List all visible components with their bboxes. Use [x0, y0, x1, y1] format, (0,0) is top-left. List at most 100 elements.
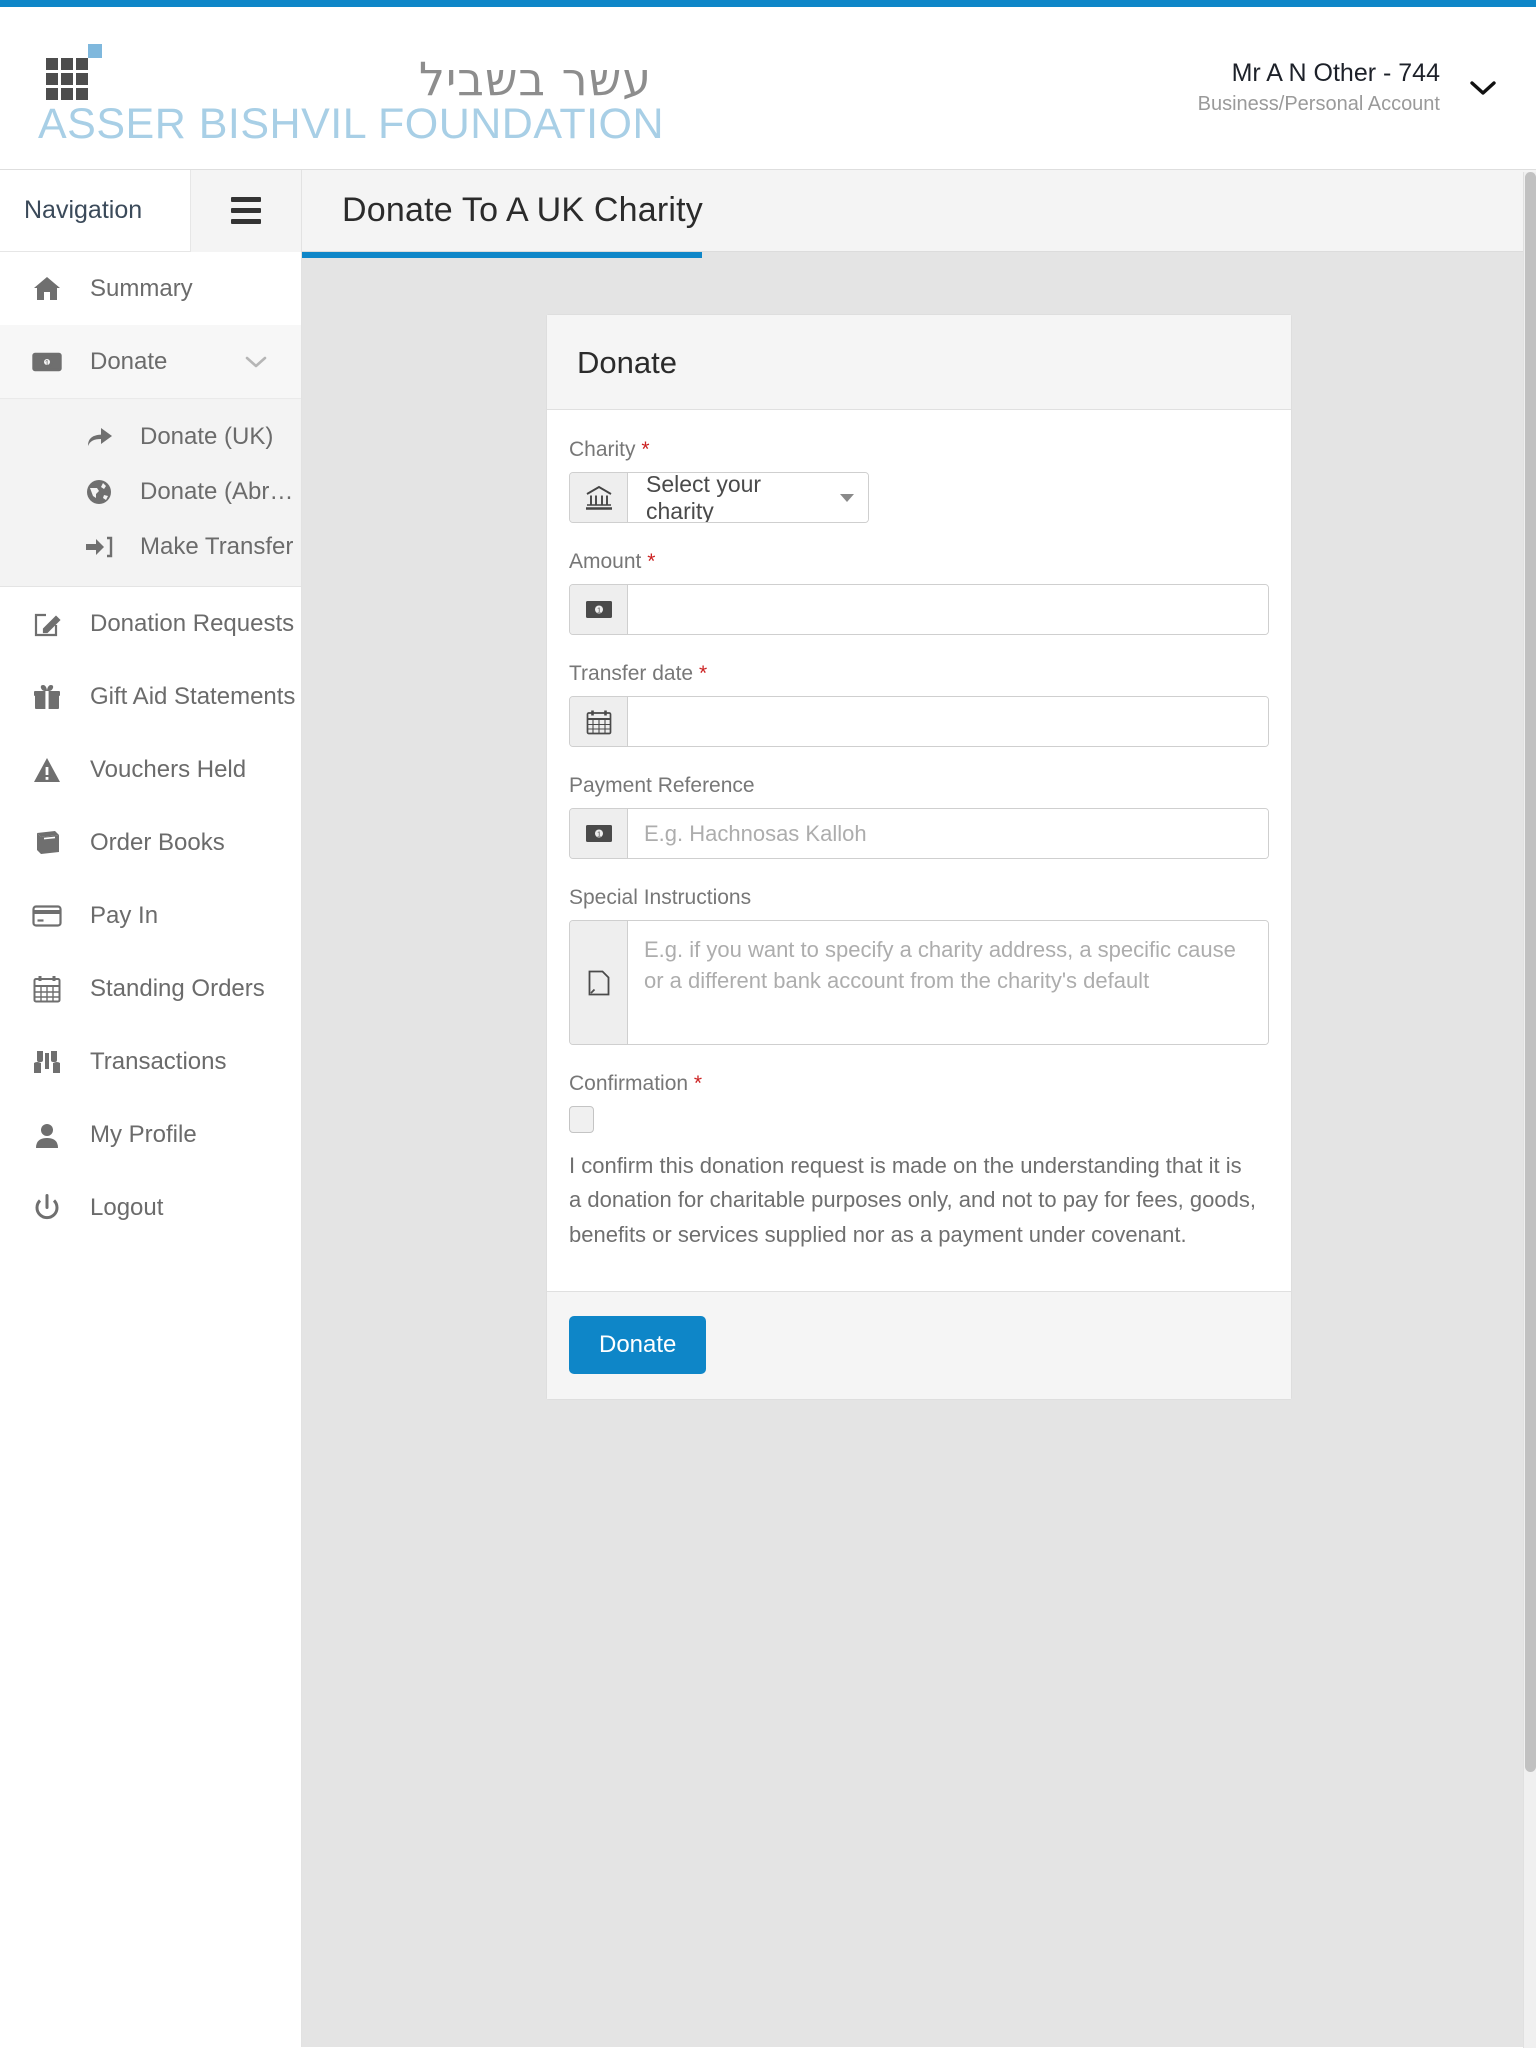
- page-scrollbar[interactable]: [1523, 172, 1536, 2048]
- arrow-into-bracket-icon: [84, 536, 114, 558]
- payment-reference-label: Payment Reference: [569, 774, 1269, 798]
- sidebar-item-label: Order Books: [90, 829, 301, 857]
- page-title-bar: Donate To A UK Charity: [302, 170, 1536, 252]
- charity-label-text: Charity: [569, 438, 636, 461]
- charity-select[interactable]: Select your charity: [628, 473, 868, 522]
- amount-input[interactable]: [628, 585, 1268, 634]
- sidebar-item-label: Donate: [90, 348, 219, 376]
- sidebar-item-pay-in[interactable]: Pay In: [0, 879, 301, 952]
- sidebar-subitem-donate-abroad[interactable]: Donate (Abr…: [0, 464, 301, 519]
- panel-header: Donate: [547, 315, 1291, 410]
- charity-selected-value: Select your charity: [646, 472, 828, 523]
- app-header: עשר בשביל ASSER BISHVIL FOUNDATION Mr A …: [0, 7, 1536, 170]
- sidebar: Navigation Summary 1 Donate: [0, 170, 302, 2047]
- sidebar-item-label: Logout: [90, 1194, 301, 1222]
- payment-reference-input[interactable]: [628, 809, 1268, 858]
- chevron-down-icon[interactable]: [245, 355, 267, 368]
- sidebar-item-my-profile[interactable]: My Profile: [0, 1098, 301, 1171]
- sidebar-item-summary[interactable]: Summary: [0, 252, 301, 325]
- top-accent-bar: [0, 0, 1536, 7]
- panel-body: Charity * Select your charity: [547, 410, 1291, 1291]
- sidebar-subitem-make-transfer[interactable]: Make Transfer: [0, 519, 301, 574]
- sidebar-item-gift-aid-statements[interactable]: Gift Aid Statements: [0, 660, 301, 733]
- sidebar-item-label: Vouchers Held: [90, 756, 301, 784]
- content-area: Donate Charity *: [302, 258, 1536, 2047]
- transfer-date-label: Transfer date *: [569, 662, 1269, 686]
- sidebar-subitem-label: Make Transfer: [140, 533, 293, 561]
- sidebar-item-label: Summary: [90, 275, 301, 303]
- page-scrollbar-thumb[interactable]: [1525, 172, 1536, 1772]
- required-asterisk: *: [647, 550, 655, 573]
- required-asterisk: *: [694, 1072, 702, 1095]
- sidebar-item-vouchers-held[interactable]: Vouchers Held: [0, 733, 301, 806]
- sidebar-nav-list: Summary 1 Donate Donate (UK): [0, 252, 301, 1244]
- globe-icon: [84, 479, 114, 505]
- charity-label: Charity *: [569, 438, 1269, 462]
- account-type: Business/Personal Account: [1198, 90, 1440, 118]
- transfer-date-label-text: Transfer date: [569, 662, 693, 685]
- page-title: Donate To A UK Charity: [302, 191, 703, 230]
- transfer-date-input-group[interactable]: [569, 696, 1269, 747]
- field-amount: Amount * 1: [569, 550, 1269, 635]
- svg-text:1: 1: [596, 606, 600, 615]
- account-switcher[interactable]: Mr A N Other - 744 Business/Personal Acc…: [1198, 58, 1500, 117]
- banknote-icon: 1: [30, 352, 64, 372]
- chevron-down-icon: [840, 494, 854, 502]
- sidebar-item-donate[interactable]: 1 Donate: [0, 325, 301, 398]
- page-layout: Navigation Summary 1 Donate: [0, 170, 1536, 2047]
- panel-title: Donate: [577, 345, 1261, 381]
- confirmation-text: I confirm this donation request is made …: [569, 1149, 1259, 1252]
- sidebar-item-logout[interactable]: Logout: [0, 1171, 301, 1244]
- power-icon: [30, 1194, 64, 1222]
- field-special-instructions: Special Instructions: [569, 886, 1269, 1045]
- required-asterisk: *: [699, 662, 707, 685]
- sidebar-item-label: Standing Orders: [90, 975, 301, 1003]
- calendar-icon: [570, 697, 628, 746]
- svg-text:1: 1: [596, 830, 600, 839]
- credit-card-icon: [30, 905, 64, 927]
- sidebar-item-label: Gift Aid Statements: [90, 683, 301, 711]
- grid-blocks-icon: [38, 44, 94, 102]
- sidebar-item-transactions[interactable]: Transactions: [0, 1025, 301, 1098]
- sidebar-item-order-books[interactable]: Order Books: [0, 806, 301, 879]
- confirmation-label: Confirmation *: [569, 1072, 1269, 1096]
- chevron-down-icon[interactable]: [1470, 80, 1496, 96]
- amount-label: Amount *: [569, 550, 1269, 574]
- svg-text:1: 1: [45, 359, 50, 368]
- field-transfer-date: Transfer date *: [569, 662, 1269, 747]
- amount-label-text: Amount: [569, 550, 641, 573]
- arrow-share-icon: [84, 426, 114, 448]
- confirmation-label-text: Confirmation: [569, 1072, 688, 1095]
- donate-submit-button[interactable]: Donate: [569, 1316, 706, 1374]
- hamburger-menu-icon[interactable]: [190, 170, 301, 252]
- document-icon: [570, 921, 628, 1044]
- sidebar-item-standing-orders[interactable]: Standing Orders: [0, 952, 301, 1025]
- sidebar-subitem-donate-uk[interactable]: Donate (UK): [0, 409, 301, 464]
- user-icon: [30, 1122, 64, 1148]
- banknote-icon: 1: [570, 809, 628, 858]
- payment-reference-input-group[interactable]: 1: [569, 808, 1269, 859]
- square-accent-icon: [88, 44, 102, 58]
- special-instructions-label: Special Instructions: [569, 886, 1269, 910]
- brand-english-name: ASSER BISHVIL FOUNDATION: [38, 102, 684, 147]
- main-content: Donate To A UK Charity Donate Charity *: [302, 170, 1536, 2047]
- sidebar-subitem-label: Donate (Abr…: [140, 478, 293, 506]
- sidebar-donate-submenu: Donate (UK) Donate (Abr… Make Transfer: [0, 398, 301, 587]
- account-name: Mr A N Other - 744: [1198, 58, 1440, 89]
- panel-footer: Donate: [547, 1291, 1291, 1399]
- sidebar-item-donation-requests[interactable]: Donation Requests: [0, 587, 301, 660]
- brand-hebrew-name: עשר בשביל: [419, 56, 684, 102]
- sidebar-header: Navigation: [0, 170, 301, 252]
- special-instructions-input-group[interactable]: [569, 920, 1269, 1045]
- gift-icon: [30, 683, 64, 711]
- sidebar-title: Navigation: [0, 196, 190, 225]
- confirmation-checkbox[interactable]: [569, 1106, 594, 1133]
- brand-logo[interactable]: עשר בשביל ASSER BISHVIL FOUNDATION: [24, 28, 684, 147]
- transfer-date-input[interactable]: [628, 697, 1268, 746]
- charity-select-group[interactable]: Select your charity: [569, 472, 869, 523]
- sidebar-item-label: Pay In: [90, 902, 301, 930]
- special-instructions-textarea[interactable]: [628, 921, 1268, 1044]
- sidebar-subitem-label: Donate (UK): [140, 423, 273, 451]
- edit-square-icon: [30, 610, 64, 638]
- amount-input-group[interactable]: 1: [569, 584, 1269, 635]
